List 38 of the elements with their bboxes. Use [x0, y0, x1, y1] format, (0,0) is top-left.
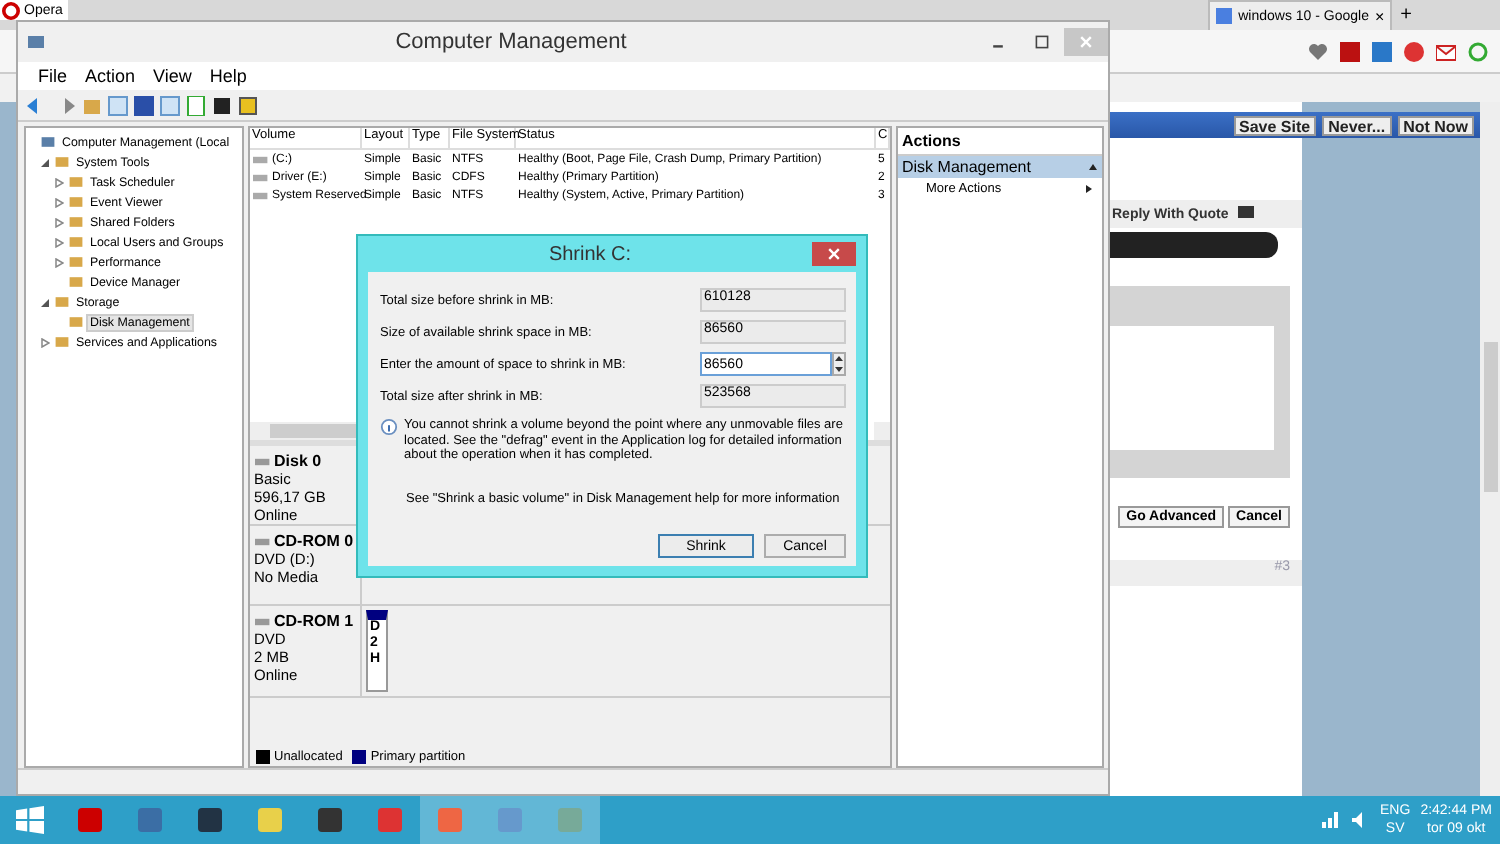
window-title: Computer Management [393, 30, 629, 54]
info-icon [380, 418, 398, 436]
close-icon [1078, 34, 1094, 50]
password-bar-button[interactable]: Not Now [1397, 115, 1474, 135]
menu-item[interactable]: Help [209, 66, 247, 86]
dialog-title: Shrink C: [546, 243, 634, 265]
windows-logo-icon [16, 806, 44, 834]
mail-icon [1436, 41, 1456, 61]
maximize-icon [1034, 34, 1050, 50]
disk-name: CD-ROM 1 [254, 612, 356, 630]
new-tab-button[interactable]: + [1400, 0, 1412, 30]
expanded-triangle-icon[interactable] [40, 157, 50, 167]
password-bar-button[interactable]: Save Site [1233, 115, 1317, 135]
collapse-triangle-icon [1088, 162, 1098, 172]
expanded-triangle-icon[interactable] [40, 297, 50, 307]
submenu-triangle-icon [1084, 184, 1094, 194]
collapsed-triangle-icon[interactable] [54, 237, 64, 247]
network-icon [1320, 810, 1341, 830]
collapsed-triangle-icon[interactable] [54, 197, 64, 207]
actions-section[interactable]: Disk Management [898, 156, 1102, 178]
horizontal-scrollbar[interactable] [250, 422, 362, 440]
disk-name: Disk 0 [254, 452, 356, 470]
menu-item[interactable]: File [38, 66, 68, 86]
o-icon [2, 1, 20, 19]
password-bar-button[interactable]: Never... [1322, 115, 1392, 135]
menu-item[interactable]: View [153, 66, 192, 86]
collapsed-triangle-icon[interactable] [54, 177, 64, 187]
spin-buttons-icon [832, 352, 846, 376]
collapsed-triangle-icon[interactable] [54, 217, 64, 227]
heart-icon [1308, 41, 1328, 61]
menu-item[interactable]: Action [85, 66, 136, 86]
close-icon [826, 246, 842, 262]
collapsed-triangle-icon[interactable] [54, 257, 64, 267]
tab-close-button[interactable]: × [1374, 7, 1385, 25]
disk-name: CD-ROM 0 [254, 532, 356, 550]
collapsed-triangle-icon[interactable] [40, 337, 50, 347]
download-icon [1468, 41, 1488, 61]
close-button[interactable] [812, 242, 856, 266]
